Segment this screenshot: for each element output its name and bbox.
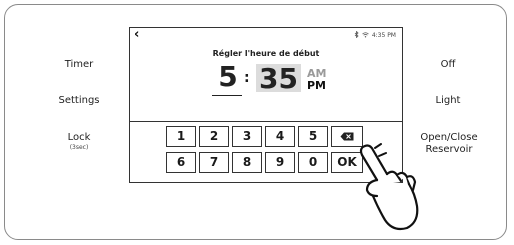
keypad-divider [130, 121, 402, 122]
key-3[interactable]: 3 [232, 126, 262, 147]
settings-button-label: Settings [58, 95, 100, 106]
hour-field[interactable]: 5 [218, 62, 238, 92]
wifi-icon [362, 31, 369, 40]
settings-button[interactable]: Settings [47, 95, 111, 107]
timer-button[interactable]: Timer [59, 59, 99, 71]
key-1[interactable]: 1 [166, 126, 196, 147]
backspace-icon [340, 130, 354, 144]
key-6[interactable]: 6 [166, 152, 196, 173]
ampm-toggle[interactable]: AM PM [307, 68, 326, 92]
key-4[interactable]: 4 [265, 126, 295, 147]
hour-underline [212, 95, 242, 96]
key-9[interactable]: 9 [265, 152, 295, 173]
pm-option[interactable]: PM [307, 80, 326, 92]
pointing-hand-icon [359, 143, 419, 231]
screen-title: Régler l'heure de début [212, 49, 320, 58]
key-8[interactable]: 8 [232, 152, 262, 173]
key-2[interactable]: 2 [199, 126, 229, 147]
timer-button-label: Timer [64, 59, 94, 70]
light-button-label: Light [435, 95, 461, 106]
minute-field[interactable]: 35 [256, 64, 301, 94]
back-button[interactable]: ‹ [134, 28, 139, 42]
key-7[interactable]: 7 [199, 152, 229, 173]
key-5[interactable]: 5 [298, 126, 328, 147]
time-colon: : [244, 70, 250, 86]
chevron-left-icon: ‹ [134, 27, 140, 42]
key-0[interactable]: 0 [298, 152, 328, 173]
lock-button[interactable]: Lock (3sec) [57, 132, 101, 152]
lock-button-label: Lock [67, 132, 91, 143]
status-bar: 4:35 PM [354, 30, 396, 40]
status-time: 4:35 PM [371, 32, 396, 39]
off-button[interactable]: Off [428, 59, 468, 71]
control-panel: Timer Settings Lock (3sec) Off Light Ope… [4, 4, 507, 240]
lock-button-sublabel: (3sec) [69, 144, 89, 151]
bluetooth-icon [354, 30, 359, 40]
off-button-label: Off [440, 59, 456, 70]
light-button[interactable]: Light [428, 95, 468, 107]
